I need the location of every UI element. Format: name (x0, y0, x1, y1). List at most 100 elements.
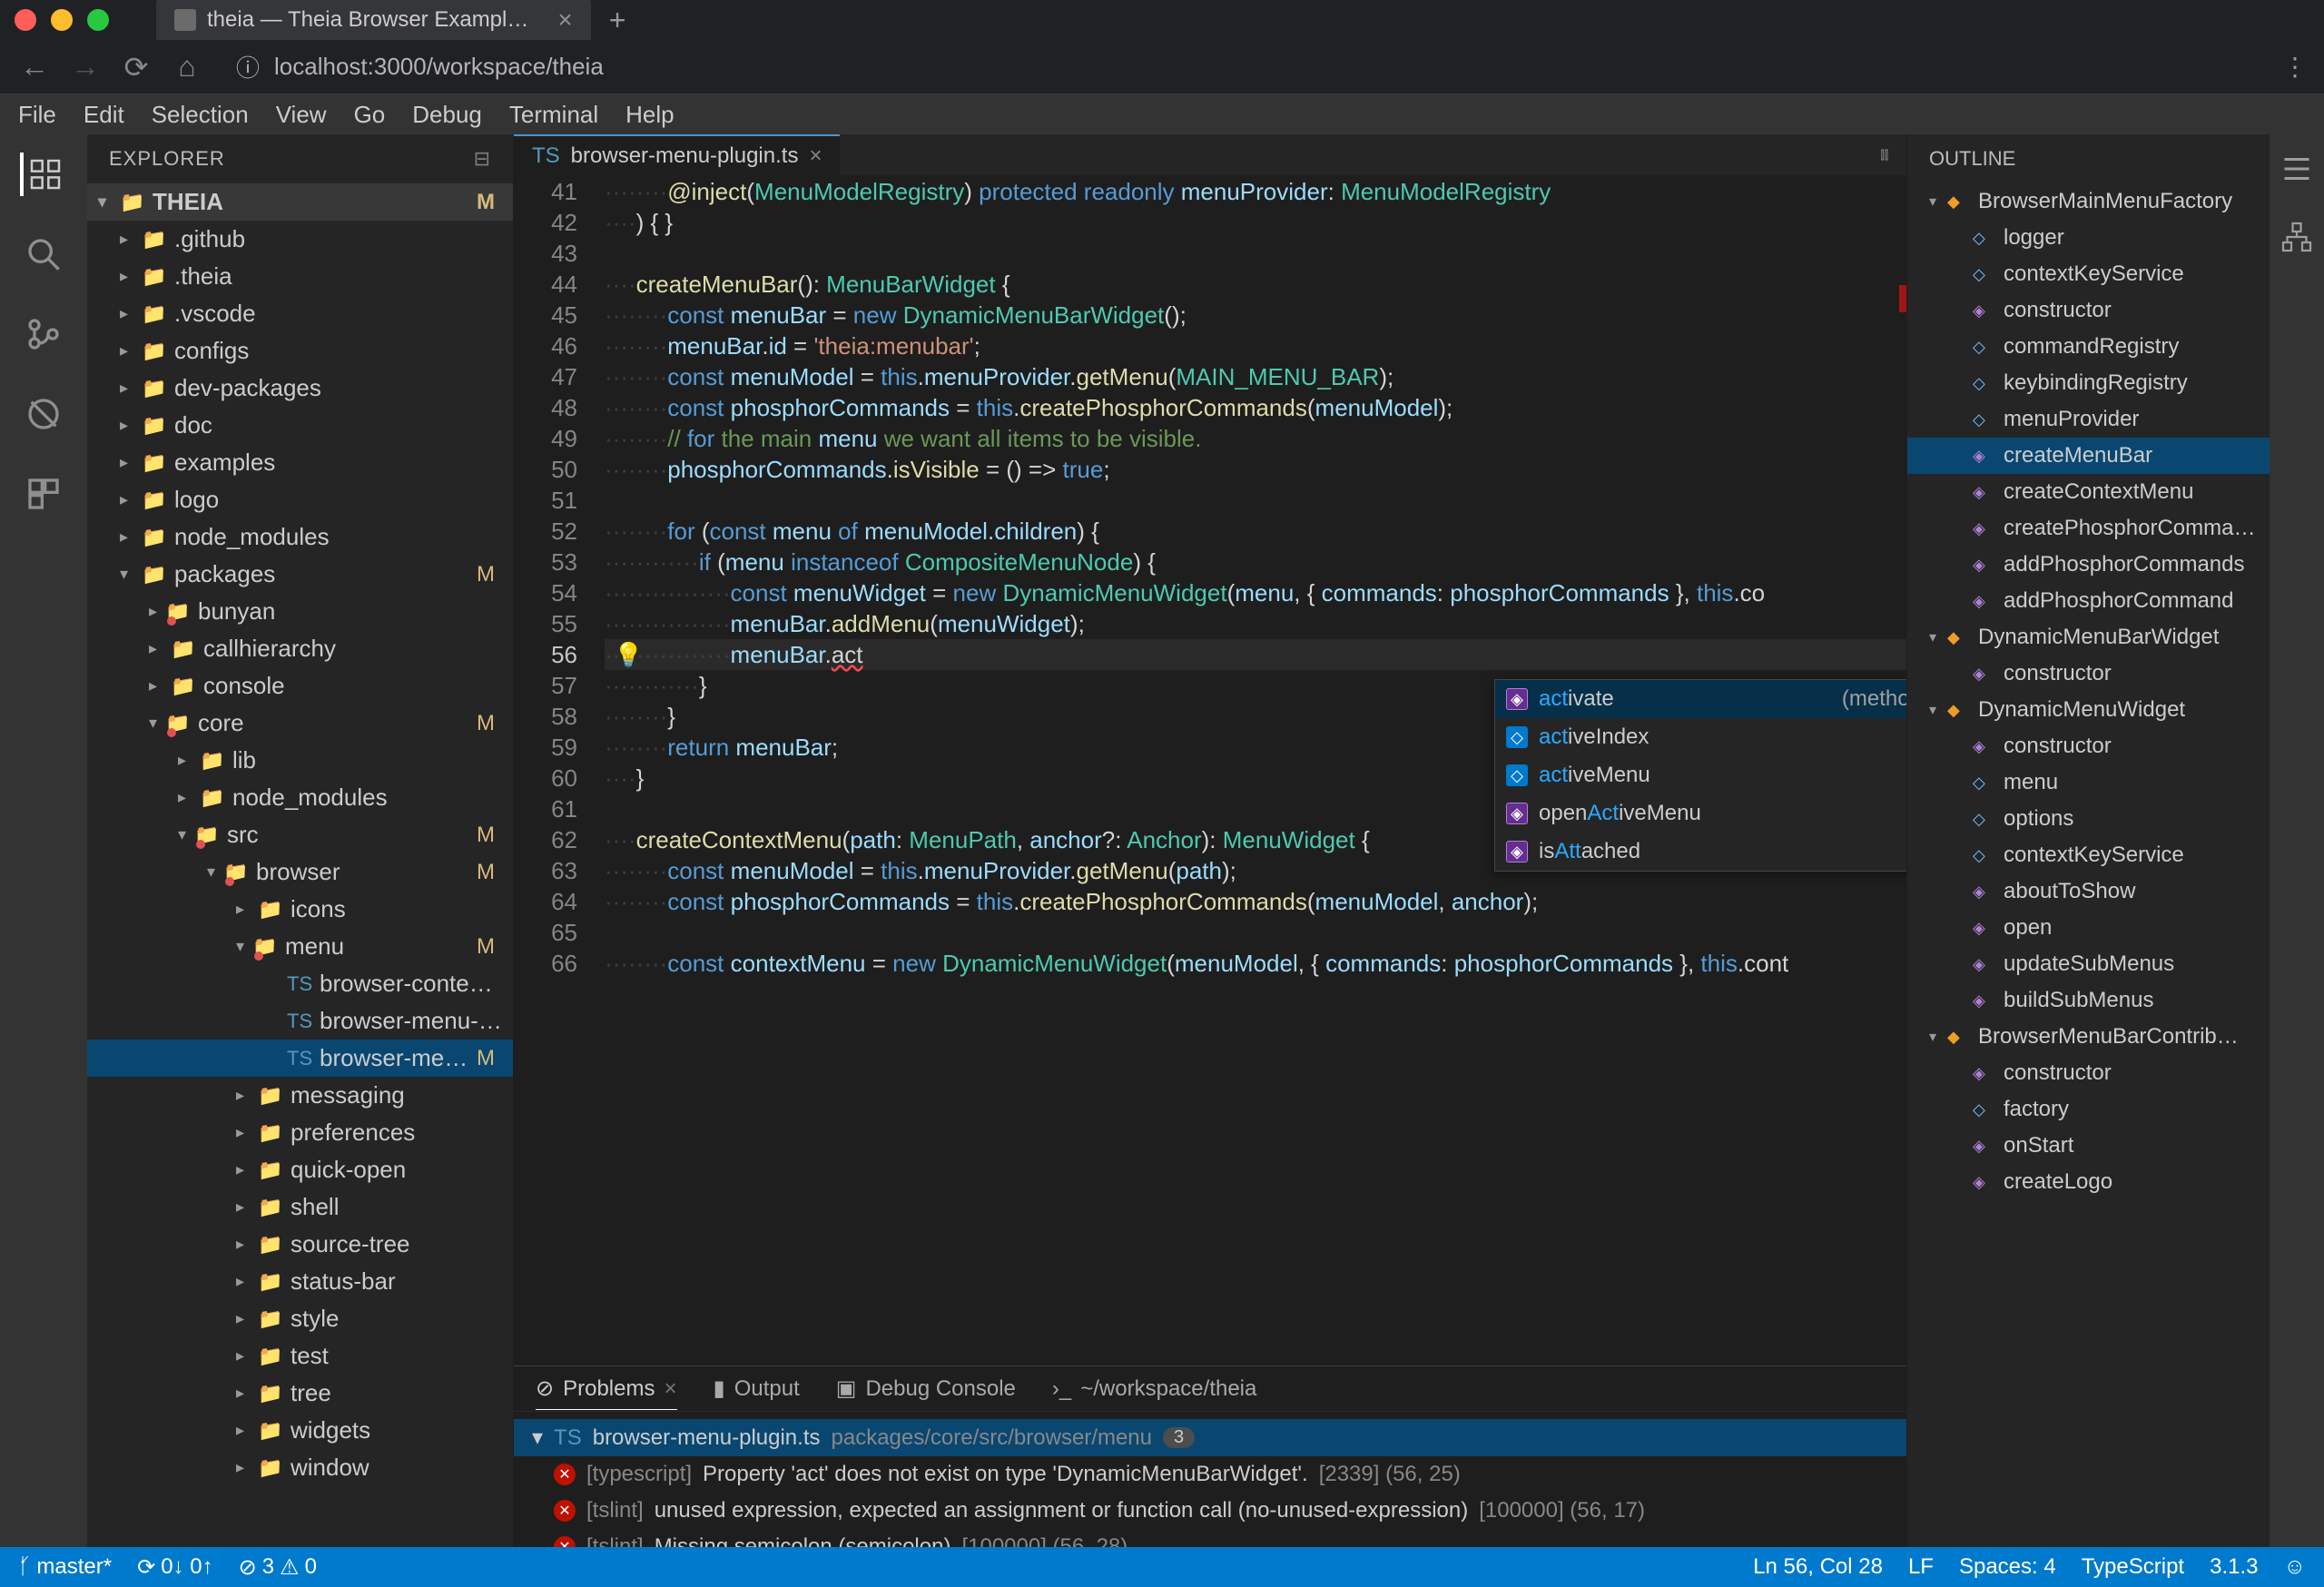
outline-item[interactable]: ◈constructor (1907, 656, 2270, 692)
problem-item[interactable]: ✕[typescript] Property 'act' does not ex… (532, 1456, 1888, 1493)
tree-item[interactable]: ▸📁bunyan (87, 593, 513, 630)
suggest-item[interactable]: ◇activeMenu (1495, 756, 1906, 794)
outline-item[interactable]: ◇factory (1907, 1091, 2270, 1128)
search-activity-icon[interactable] (22, 232, 65, 276)
tree-item[interactable]: ▸📁widgets (87, 1412, 513, 1449)
problem-item[interactable]: ✕[tslint] unused expression, expected an… (532, 1493, 1888, 1529)
outline-item[interactable]: ◈onStart (1907, 1128, 2270, 1164)
tree-item[interactable]: ▾📁packagesM (87, 556, 513, 593)
outline-item[interactable]: ◈createPhosphorComma… (1907, 510, 2270, 547)
tree-item[interactable]: TSbrowser-menu-plugin.tsM (87, 1040, 513, 1077)
git-branch-status[interactable]: ᚶ master* (18, 1554, 112, 1580)
tree-item[interactable]: ▸📁preferences (87, 1114, 513, 1151)
tree-item[interactable]: ▸📁dev-packages (87, 370, 513, 407)
tree-item[interactable]: ▾📁browserM (87, 853, 513, 891)
panel-tab[interactable]: ⊘Problems× (536, 1375, 677, 1410)
tree-item[interactable]: ▸📁icons (87, 891, 513, 928)
outline-item[interactable]: ◇menu (1907, 764, 2270, 801)
code-editor[interactable]: 4142434445464748495051525354555657585960… (514, 176, 1906, 1365)
forward-button[interactable]: → (69, 50, 102, 84)
tree-item[interactable]: ▸📁shell (87, 1188, 513, 1226)
outline-item[interactable]: ▾◆DynamicMenuWidget (1907, 692, 2270, 728)
tree-root[interactable]: ▾ 📁 THEIA M (87, 183, 513, 221)
tree-item[interactable]: ▸📁doc (87, 407, 513, 444)
cursor-position-status[interactable]: Ln 56, Col 28 (1753, 1554, 1883, 1580)
tree-item[interactable]: ▸📁.github (87, 221, 513, 258)
editor-tab[interactable]: TS browser-menu-plugin.ts × (514, 134, 840, 175)
outline-item[interactable]: ◇logger (1907, 220, 2270, 256)
menu-selection[interactable]: Selection (152, 101, 249, 129)
outline-item[interactable]: ◇keybindingRegistry (1907, 365, 2270, 401)
collapse-all-icon[interactable]: ⊟ (474, 147, 491, 171)
lightbulb-icon[interactable]: 💡 (614, 639, 643, 670)
outline-item[interactable]: ◈buildSubMenus (1907, 982, 2270, 1019)
browser-menu-button[interactable]: ⋮ (2282, 52, 2306, 82)
language-status[interactable]: TypeScript (2082, 1554, 2184, 1580)
minimap-error-marker[interactable] (1899, 285, 1906, 312)
tree-item[interactable]: ▾📁coreM (87, 705, 513, 742)
address-bar[interactable]: ⓘ localhost:3000/workspace/theia (222, 43, 2264, 91)
tree-item[interactable]: ▸📁window (87, 1449, 513, 1486)
tree-item[interactable]: ▸📁node_modules (87, 779, 513, 816)
outline-toggle-icon[interactable] (2280, 153, 2313, 188)
outline-item[interactable]: ◇options (1907, 801, 2270, 837)
tree-item[interactable]: ▸📁console (87, 667, 513, 705)
menu-file[interactable]: File (18, 101, 56, 129)
tree-item[interactable]: ▸📁test (87, 1337, 513, 1375)
intellisense-widget[interactable]: ◈activate(method) Widget.activate(): voi… (1494, 679, 1906, 872)
site-info-icon[interactable]: ⓘ (236, 50, 260, 84)
outline-item[interactable]: ◇contextKeyService (1907, 256, 2270, 292)
menu-edit[interactable]: Edit (84, 101, 124, 129)
outline-item[interactable]: ◈addPhosphorCommand (1907, 583, 2270, 619)
extensions-activity-icon[interactable] (22, 472, 65, 516)
menu-go[interactable]: Go (354, 101, 386, 129)
tree-item[interactable]: ▸📁messaging (87, 1077, 513, 1114)
outline-item[interactable]: ◈constructor (1907, 1055, 2270, 1091)
git-sync-status[interactable]: ⟳ 0↓ 0↑ (137, 1554, 212, 1581)
back-button[interactable]: ← (18, 50, 51, 84)
menu-help[interactable]: Help (625, 101, 674, 129)
outline-item[interactable]: ▾◆DynamicMenuBarWidget (1907, 619, 2270, 656)
outline-item[interactable]: ◈constructor (1907, 292, 2270, 329)
outline-item[interactable]: ◈updateSubMenus (1907, 946, 2270, 982)
maximize-window-button[interactable] (87, 9, 109, 31)
tree-item[interactable]: ▸📁source-tree (87, 1226, 513, 1263)
close-window-button[interactable] (15, 9, 36, 31)
tree-item[interactable]: TSbrowser-menu-module.ts (87, 1002, 513, 1040)
eol-status[interactable]: LF (1908, 1554, 1934, 1580)
tree-item[interactable]: ▸📁lib (87, 742, 513, 779)
outline-item[interactable]: ◇contextKeyService (1907, 837, 2270, 873)
tree-item[interactable]: ▾📁srcM (87, 816, 513, 853)
feedback-icon[interactable]: ☺ (2283, 1554, 2306, 1580)
new-tab-button[interactable]: + (609, 4, 626, 37)
panel-tab[interactable]: ›_~/workspace/theia (1052, 1376, 1256, 1402)
tree-item[interactable]: ▸📁node_modules (87, 518, 513, 556)
outline-item[interactable]: ▾◆BrowserMenuBarContrib… (1907, 1019, 2270, 1055)
tree-item[interactable]: ▸📁.vscode (87, 295, 513, 332)
problem-file-header[interactable]: ▾ TS browser-menu-plugin.ts packages/cor… (514, 1419, 1906, 1456)
version-status[interactable]: 3.1.3 (2210, 1554, 2258, 1580)
panel-tab[interactable]: ▮Output (714, 1375, 800, 1402)
scm-activity-icon[interactable] (22, 312, 65, 356)
tree-item[interactable]: ▸📁configs (87, 332, 513, 370)
suggest-item[interactable]: ◈activate(method) Widget.activate(): voi… (1495, 680, 1906, 718)
errors-status[interactable]: ⊘ 3 ⚠ 0 (239, 1554, 317, 1581)
debug-activity-icon[interactable] (22, 392, 65, 436)
close-tab-button[interactable]: × (557, 5, 572, 34)
outline-item[interactable]: ◈open (1907, 910, 2270, 946)
suggest-item[interactable]: ◈isAttached (1495, 833, 1906, 871)
panel-tab[interactable]: ▣Debug Console (836, 1375, 1016, 1402)
suggest-item[interactable]: ◇activeIndex (1495, 718, 1906, 756)
outline-item[interactable]: ▾◆BrowserMainMenuFactory (1907, 183, 2270, 220)
browser-tab[interactable]: theia — Theia Browser Exampl… × (156, 0, 591, 44)
close-editor-button[interactable]: × (809, 143, 822, 169)
tree-item[interactable]: ▸📁.theia (87, 258, 513, 295)
outline-item[interactable]: ◇commandRegistry (1907, 329, 2270, 365)
menu-debug[interactable]: Debug (412, 101, 482, 129)
explorer-activity-icon[interactable] (20, 153, 64, 196)
suggest-item[interactable]: ◈openActiveMenu (1495, 794, 1906, 833)
menu-view[interactable]: View (276, 101, 327, 129)
tree-item[interactable]: ▸📁tree (87, 1375, 513, 1412)
tree-item[interactable]: ▸📁logo (87, 481, 513, 518)
outline-item[interactable]: ◈aboutToShow (1907, 873, 2270, 910)
